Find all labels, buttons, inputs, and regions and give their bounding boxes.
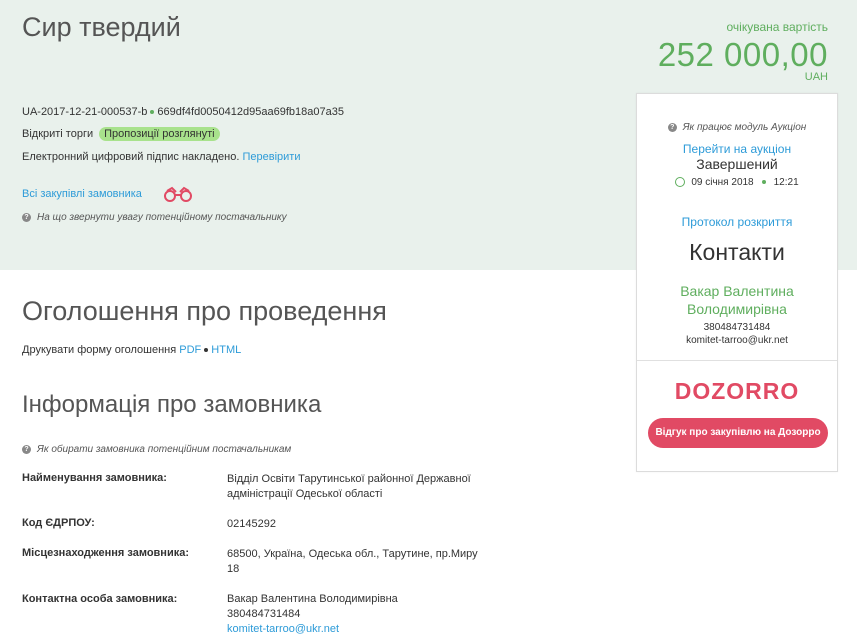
clock-icon [675,177,686,188]
question-icon: ? [667,122,677,132]
tender-hash: 669df4fd0050412d95aa69fb18a07a35 [157,106,344,118]
dozorro-logo: DOZORRO [674,378,800,404]
dot-separator [761,180,766,185]
customer-name-line2: адміністрації Одеської області [227,488,383,500]
contact-person-email[interactable]: komitet-tarroo@ukr.net [227,622,398,635]
location-line1: 68500, Україна, Одеська обл., Тарутине, … [227,548,478,560]
contact-name-line1: Вакар Валентина [680,283,794,299]
sidebar-card: ? Як працює модуль Аукціон Перейти на аук… [636,93,838,472]
procedure-line: Відкриті торги Пропозиції розглянуті [22,127,220,141]
customer-info-title: Інформація про замовника [22,391,322,418]
auction-datetime: 09 січня 2018 12:21 [637,177,837,188]
supplier-note[interactable]: ? На що звернути увагу потенційному поста… [22,212,287,223]
verify-signature-link[interactable]: Перевірити [242,151,300,163]
auction-help[interactable]: ? Як працює модуль Аукціон [637,122,837,133]
divider [637,360,837,361]
expected-value-label: очікувана вартість [726,20,829,34]
contact-person-phone: 380484731484 [227,608,301,620]
all-purchases-link[interactable]: Всі закупівлі замовника [22,188,142,200]
print-form-line: Друкувати форму оголошення PDF HTML [22,344,241,356]
edrpou-label: Код ЄДРПОУ: [22,517,95,529]
auction-date: 09 січня 2018 [691,177,754,188]
question-icon: ? [22,444,31,454]
auction-help-text: Як працює модуль Аукціон [682,122,807,133]
question-icon: ? [22,212,31,222]
tender-id: UA-2017-12-21-000537-b [22,106,148,118]
tender-id-line: UA-2017-12-21-000537-b 669df4fd0050412d95… [22,106,344,118]
contact-phone: 380484731484 [703,322,771,333]
page-title: Сир твердий [22,12,181,42]
contact-person-name: Вакар Валентина Володимирівна [227,593,398,605]
dot-separator [150,110,155,115]
dozorro-feedback-button[interactable]: Відгук про закупівлю на Дозорро [648,418,828,448]
contact-person-label: Контактна особа замовника: [22,593,178,605]
contact-email: komitet-tarroo@ukr.net [686,335,788,346]
location-value: 68500, Україна, Одеська обл., Тарутине, … [227,547,478,577]
protocol-link[interactable]: Протокол розкриття [637,215,837,229]
signature-line: Електронний цифровий підпис накладено. П… [22,151,300,163]
dot-separator [204,348,209,353]
signature-text: Електронний цифровий підпис накладено. [22,151,240,163]
location-label: Місцезнаходження замовника: [22,547,189,559]
customer-choice-note[interactable]: ? Як обирати замовника потенційним постач… [22,444,291,455]
contact-name-line2: Володимирівна [687,301,787,317]
contact-person-value: Вакар Валентина Володимирівна 3804847314… [227,592,398,635]
currency-label: UAH [804,71,828,83]
customer-choice-note-text: Як обирати замовника потенційним постача… [37,444,292,455]
status-badge: Пропозиції розглянуті [99,127,220,141]
customer-name-label: Найменування замовника: [22,472,167,484]
location-line2: 18 [227,563,240,575]
supplier-note-text: На що звернути увагу потенційному постач… [37,212,287,223]
print-pdf-link[interactable]: PDF [179,344,201,356]
auction-time: 12:21 [773,177,799,188]
contacts-title: Контакти [689,239,785,265]
print-html-link[interactable]: HTML [211,344,241,356]
customer-name-value: Відділ Освіти Тарутинської районної Держ… [227,472,471,502]
expected-value-amount: 252 000,00 [657,36,828,73]
auction-status: Завершений [696,156,778,172]
binoculars-icon[interactable] [162,186,194,207]
customer-name-line1: Відділ Освіти Тарутинської районної Держ… [227,473,471,485]
procedure-type: Відкриті торги [22,128,94,140]
goto-auction-link[interactable]: Перейти на аукціон [637,142,837,156]
announcement-title: Оголошення про проведення [22,296,387,326]
edrpou-value: 02145292 [227,518,276,530]
print-form-text: Друкувати форму оголошення [22,344,177,356]
